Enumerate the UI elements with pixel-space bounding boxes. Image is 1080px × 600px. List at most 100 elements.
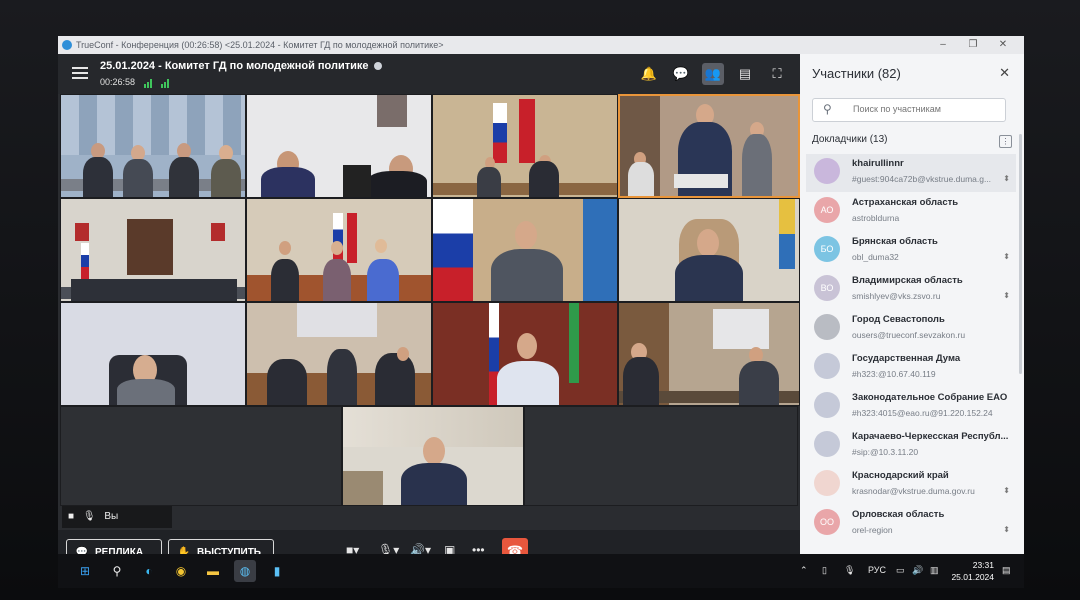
mic-status-icon: ⬍ <box>1003 252 1010 261</box>
participant-row[interactable]: ВО Владимирская область smishlyev@vks.zsvo… <box>806 271 1016 309</box>
clock-date: 25.01.2024 <box>951 572 994 582</box>
video-tile[interactable] <box>618 198 800 302</box>
menu-icon[interactable] <box>72 67 88 79</box>
camera-icon: ■ <box>68 511 75 522</box>
video-tile[interactable] <box>246 94 432 198</box>
panel-scrollbar[interactable] <box>1019 134 1022 374</box>
trueconf-taskbar-icon[interactable]: ◍ <box>234 560 256 582</box>
window-title: TrueConf - Конференция (00:26:58) <25.01… <box>76 40 444 50</box>
app-taskbar-icon[interactable]: ▮ <box>266 560 288 582</box>
participant-address: #h323:@10.67.40.119 <box>852 369 936 379</box>
tray-overflow-icon[interactable]: ⌃ <box>800 565 808 576</box>
tray-mic-icon[interactable]: 🎙 <box>844 565 855 576</box>
participants-icon[interactable]: 👥 <box>702 63 724 85</box>
participant-name: Владимирская область <box>852 275 963 286</box>
participant-name: Краснодарский край <box>852 470 949 481</box>
video-tile[interactable] <box>432 198 618 302</box>
video-tile[interactable] <box>432 302 618 406</box>
notifications-icon[interactable]: 🔔 <box>638 63 660 85</box>
participant-row[interactable]: Карачаево-Черкесская Республ... #sip:@10.… <box>806 427 1016 465</box>
participant-row[interactable]: ОО Орловская область orel-region ⬍ <box>806 505 1016 543</box>
participant-address: #guest:904ca72b@vkstrue.duma.g... <box>852 174 992 184</box>
participant-address: orel-region <box>852 525 893 535</box>
participant-address: #sip:@10.3.11.20 <box>852 447 919 457</box>
avatar <box>814 470 840 496</box>
close-panel-icon[interactable]: ✕ <box>999 65 1010 81</box>
participant-name: Орловская область <box>852 509 945 520</box>
close-window-button[interactable]: ✕ <box>988 36 1018 54</box>
search-icon: ⚲ <box>823 102 832 116</box>
info-icon[interactable] <box>373 62 382 70</box>
avatar: АО <box>814 197 840 223</box>
conference-area: 25.01.2024 - Комитет ГД по молодежной по… <box>58 54 800 572</box>
language-indicator[interactable]: РУС <box>868 565 886 575</box>
system-clock[interactable]: 23:31 25.01.2024 <box>951 559 994 583</box>
avatar <box>814 353 840 379</box>
network-icon[interactable]: ▭ <box>896 565 905 576</box>
participant-row[interactable]: Законодательное Собрание ЕАО #h323:4015@e… <box>806 388 1016 426</box>
participant-search[interactable]: ⚲ <box>812 98 1006 122</box>
notification-center-icon[interactable]: ▤ <box>1002 565 1011 576</box>
taskbar-search-icon[interactable]: ⚲ <box>106 560 128 582</box>
participant-row[interactable]: Государственная Дума #h323:@10.67.40.119 <box>806 349 1016 387</box>
trueconf-app-icon <box>62 40 72 50</box>
participant-row[interactable]: Город Севастополь ousers@trueconf.sevzako… <box>806 310 1016 348</box>
avatar <box>814 314 840 340</box>
participant-name: Законодательное Собрание ЕАО <box>852 392 1008 403</box>
signal-icon <box>161 78 170 88</box>
maximize-button[interactable]: ❐ <box>958 36 988 54</box>
volume-icon[interactable]: 🔊 <box>912 565 923 576</box>
video-tile[interactable] <box>246 198 432 302</box>
video-tile[interactable] <box>60 198 246 302</box>
conference-topbar: 25.01.2024 - Комитет ГД по молодежной по… <box>58 54 800 94</box>
video-tile[interactable] <box>60 302 246 406</box>
video-tile-empty <box>60 406 342 506</box>
participant-name: Государственная Дума <box>852 353 961 364</box>
battery-icon[interactable]: ▥ <box>930 565 939 576</box>
participant-address: smishlyev@vks.zsvo.ru <box>852 291 941 301</box>
mic-status-icon: ⬍ <box>1003 486 1010 495</box>
participant-name: Карачаево-Черкесская Республ... <box>852 431 1009 442</box>
speakers-section-label: Докладчики (13) <box>812 134 888 145</box>
video-tile[interactable] <box>432 94 618 198</box>
fullscreen-icon[interactable]: ⛶ <box>766 63 788 85</box>
usb-icon[interactable]: ▯ <box>822 565 827 576</box>
video-tile-active-speaker[interactable] <box>618 94 800 198</box>
timer-text: 00:26:58 <box>100 77 136 87</box>
participant-address: krasnodar@vkstrue.duma.gov.ru <box>852 486 975 496</box>
content-share-icon[interactable]: ▤ <box>734 63 756 85</box>
participant-row[interactable]: АО Астраханская область astrobldurna <box>806 193 1016 231</box>
video-tile[interactable] <box>246 302 432 406</box>
mic-status-icon: ⬍ <box>1003 174 1010 183</box>
signal-icon <box>143 78 153 88</box>
participant-address: obl_duma32 <box>852 252 899 262</box>
video-tile[interactable] <box>60 94 246 198</box>
mic-status-icon: ⬍ <box>1003 525 1010 534</box>
mic-status-icon: ⬍ <box>1003 291 1010 300</box>
file-explorer-icon[interactable]: ▬ <box>202 560 224 582</box>
avatar <box>814 431 840 457</box>
conference-timer: 00:26:58 <box>100 77 170 88</box>
mic-icon: 🎙 <box>82 511 96 522</box>
participant-row[interactable]: Краснодарский край krasnodar@vkstrue.duma… <box>806 466 1016 504</box>
participant-address: #h323:4015@eao.ru@91.220.152.24 <box>852 408 993 418</box>
minimize-button[interactable]: – <box>928 36 958 54</box>
participant-name: Город Севастополь <box>852 314 945 325</box>
video-tile[interactable] <box>342 406 524 506</box>
participant-address: astrobldurna <box>852 213 900 223</box>
avatar: БО <box>814 236 840 262</box>
video-tile[interactable] <box>618 302 800 406</box>
avatar: ОО <box>814 509 840 535</box>
participant-row[interactable]: khairullinnr #guest:904ca72b@vkstrue.duma… <box>806 154 1016 192</box>
screen: TrueConf - Конференция (00:26:58) <25.01… <box>58 36 1024 588</box>
participant-row[interactable]: БО Брянская область obl_duma32 ⬍ <box>806 232 1016 270</box>
search-input[interactable] <box>851 103 1005 115</box>
avatar: ВО <box>814 275 840 301</box>
chat-icon[interactable]: 💬 <box>670 63 692 85</box>
windows-start-icon[interactable]: ⊞ <box>74 560 96 582</box>
window-titlebar: TrueConf - Конференция (00:26:58) <25.01… <box>58 36 1024 54</box>
chrome-browser-icon[interactable]: ◉ <box>170 560 192 582</box>
edge-browser-icon[interactable]: ◐ <box>138 560 160 582</box>
section-menu-icon[interactable]: ⋮ <box>999 135 1012 148</box>
participant-address: ousers@trueconf.sevzakon.ru <box>852 330 966 340</box>
